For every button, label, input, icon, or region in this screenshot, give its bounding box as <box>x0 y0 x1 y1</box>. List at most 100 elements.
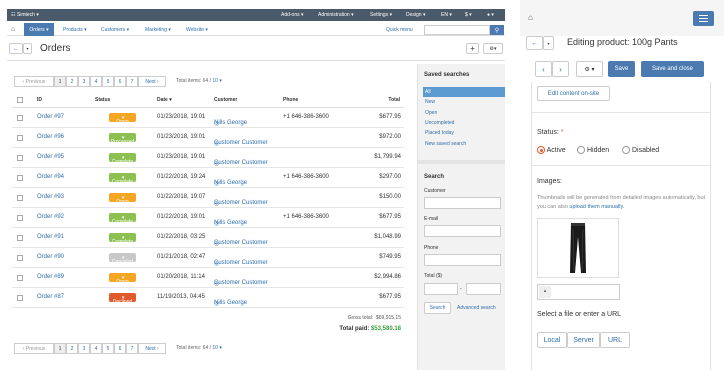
top-menu-administration[interactable]: Administration ▾ <box>318 12 354 18</box>
back-button[interactable]: ← <box>9 43 23 54</box>
status-dropdown[interactable]: Canceled ▾ <box>109 253 136 265</box>
saved-search-new-saved[interactable]: New saved search <box>423 139 507 149</box>
menu-toggle-button[interactable] <box>693 11 714 26</box>
next-product-button[interactable]: › <box>552 61 569 77</box>
back-dropdown-mobile[interactable]: ▾ <box>543 36 554 50</box>
nav-item-marketing[interactable]: Marketing ▾ <box>145 27 171 33</box>
upload-manually-link[interactable]: upload them manually. <box>569 204 624 210</box>
image-alt-text-field[interactable]: ▪ <box>537 284 620 300</box>
order-id-link[interactable]: Order #89 <box>37 274 64 280</box>
per-page-select-bottom[interactable]: 10 ▾ <box>212 345 221 351</box>
pagination-page-6-bottom[interactable]: 6 <box>114 343 126 354</box>
user-menu-icon[interactable]: ● ▾ <box>487 12 494 18</box>
pagination-next-bottom[interactable]: Next › <box>138 343 166 354</box>
status-dropdown[interactable]: Open ▾ <box>109 193 136 205</box>
file-server-button[interactable]: Server <box>567 332 600 348</box>
advanced-search-link[interactable]: Advanced search <box>457 305 496 311</box>
email-search-input[interactable] <box>424 225 501 237</box>
order-id-link[interactable]: Order #94 <box>37 174 64 180</box>
status-dropdown[interactable]: Processed ▾ <box>109 133 136 145</box>
order-id-link[interactable]: Order #92 <box>37 214 64 220</box>
pagination-page-2[interactable]: 2 <box>66 76 78 87</box>
row-checkbox[interactable] <box>17 255 23 261</box>
pagination-page-7-bottom[interactable]: 7 <box>126 343 138 354</box>
status-dropdown[interactable]: Complete ▾ <box>109 153 136 165</box>
search-button[interactable]: Search <box>424 302 451 314</box>
order-id-link[interactable]: Order #93 <box>37 194 64 200</box>
global-search-input[interactable] <box>424 25 490 35</box>
home-icon-mobile[interactable]: ⌂ <box>528 13 533 22</box>
edit-onsite-button[interactable]: Edit content on-site <box>537 86 610 101</box>
col-status[interactable]: Status <box>95 97 110 103</box>
order-id-link[interactable]: Order #95 <box>37 154 64 160</box>
order-id-link[interactable]: Order #87 <box>37 294 64 300</box>
status-dropdown[interactable]: Open ▾ <box>109 273 136 285</box>
row-checkbox[interactable] <box>17 135 23 141</box>
row-checkbox[interactable] <box>17 275 23 281</box>
top-menu-currency[interactable]: $ ▾ <box>465 12 472 18</box>
pagination-next[interactable]: Next › <box>138 76 166 87</box>
status-radio-hidden[interactable]: Hidden <box>577 146 609 154</box>
status-radio-disabled[interactable]: Disabled <box>622 146 659 154</box>
pagination-previous[interactable]: ‹ Previous <box>14 76 54 87</box>
order-id-link[interactable]: Order #91 <box>37 234 64 240</box>
saved-search-new[interactable]: New <box>423 97 507 107</box>
nav-item-website[interactable]: Website ▾ <box>186 27 208 33</box>
store-switcher[interactable]: ☷ Simtech ▾ <box>11 12 39 18</box>
pagination-page-6[interactable]: 6 <box>114 76 126 87</box>
col-id[interactable]: ID <box>37 97 42 103</box>
quick-menu-link[interactable]: Quick menu <box>386 27 413 33</box>
per-page-select[interactable]: 10 ▾ <box>212 78 221 84</box>
pagination-page-1[interactable]: 1 <box>54 76 66 87</box>
save-and-close-button[interactable]: Save and close <box>641 61 704 77</box>
product-settings-dropdown[interactable]: ⚙ ▾ <box>576 61 603 77</box>
row-checkbox[interactable] <box>17 155 23 161</box>
file-url-button[interactable]: URL <box>600 332 630 348</box>
row-checkbox[interactable] <box>17 175 23 181</box>
back-button-mobile[interactable]: ← <box>526 36 543 50</box>
nav-item-customers[interactable]: Customers ▾ <box>101 27 129 33</box>
customer-search-input[interactable] <box>424 197 501 209</box>
order-id-link[interactable]: Order #90 <box>37 254 64 260</box>
status-dropdown[interactable]: Open ▾ <box>109 113 136 125</box>
pagination-page-3[interactable]: 3 <box>78 76 90 87</box>
pagination-page-4[interactable]: 4 <box>90 76 102 87</box>
pagination-page-3-bottom[interactable]: 3 <box>78 343 90 354</box>
pagination-page-7[interactable]: 7 <box>126 76 138 87</box>
pagination-page-1-bottom[interactable]: 1 <box>54 343 66 354</box>
saved-search-uncompleted[interactable]: Uncompleted <box>423 118 507 128</box>
nav-item-products[interactable]: Products ▾ <box>63 27 87 33</box>
status-dropdown[interactable]: Complete ▾ <box>109 233 136 245</box>
row-checkbox[interactable] <box>17 235 23 241</box>
saved-search-placed-today[interactable]: Placed today <box>423 128 507 138</box>
col-total[interactable]: Total <box>380 97 400 103</box>
row-checkbox[interactable] <box>17 215 23 221</box>
pagination-page-4-bottom[interactable]: 4 <box>90 343 102 354</box>
col-customer[interactable]: Customer <box>214 97 237 103</box>
total-from-input[interactable] <box>424 283 458 295</box>
nav-item-orders[interactable]: Orders ▾ <box>24 23 54 36</box>
top-menu-addons[interactable]: Add-ons ▾ <box>281 12 304 18</box>
top-menu-language[interactable]: EN ▾ <box>441 12 452 18</box>
total-to-input[interactable] <box>466 283 501 295</box>
phone-search-input[interactable] <box>424 254 501 266</box>
pagination-page-5-bottom[interactable]: 5 <box>102 343 114 354</box>
select-all-checkbox[interactable] <box>17 97 23 103</box>
back-dropdown[interactable]: ▾ <box>23 43 32 54</box>
pagination-page-2-bottom[interactable]: 2 <box>66 343 78 354</box>
row-checkbox[interactable] <box>17 115 23 121</box>
row-checkbox[interactable] <box>17 295 23 301</box>
row-checkbox[interactable] <box>17 195 23 201</box>
file-local-button[interactable]: Local <box>537 332 567 348</box>
top-menu-settings[interactable]: Settings ▾ <box>370 12 392 18</box>
status-dropdown[interactable]: Complete ▾ <box>109 213 136 225</box>
top-menu-design[interactable]: Design ▾ <box>406 12 425 18</box>
settings-dropdown[interactable]: ⚙ ▾ <box>483 43 503 54</box>
col-date[interactable]: Date ▾ <box>157 97 172 103</box>
order-id-link[interactable]: Order #96 <box>37 134 64 140</box>
prev-product-button[interactable]: ‹ <box>535 61 552 77</box>
saved-search-all[interactable]: All <box>423 87 507 97</box>
saved-search-open[interactable]: Open <box>423 108 507 118</box>
status-dropdown[interactable]: Declined ▾ <box>109 293 136 305</box>
status-dropdown[interactable]: Complete ▾ <box>109 173 136 185</box>
